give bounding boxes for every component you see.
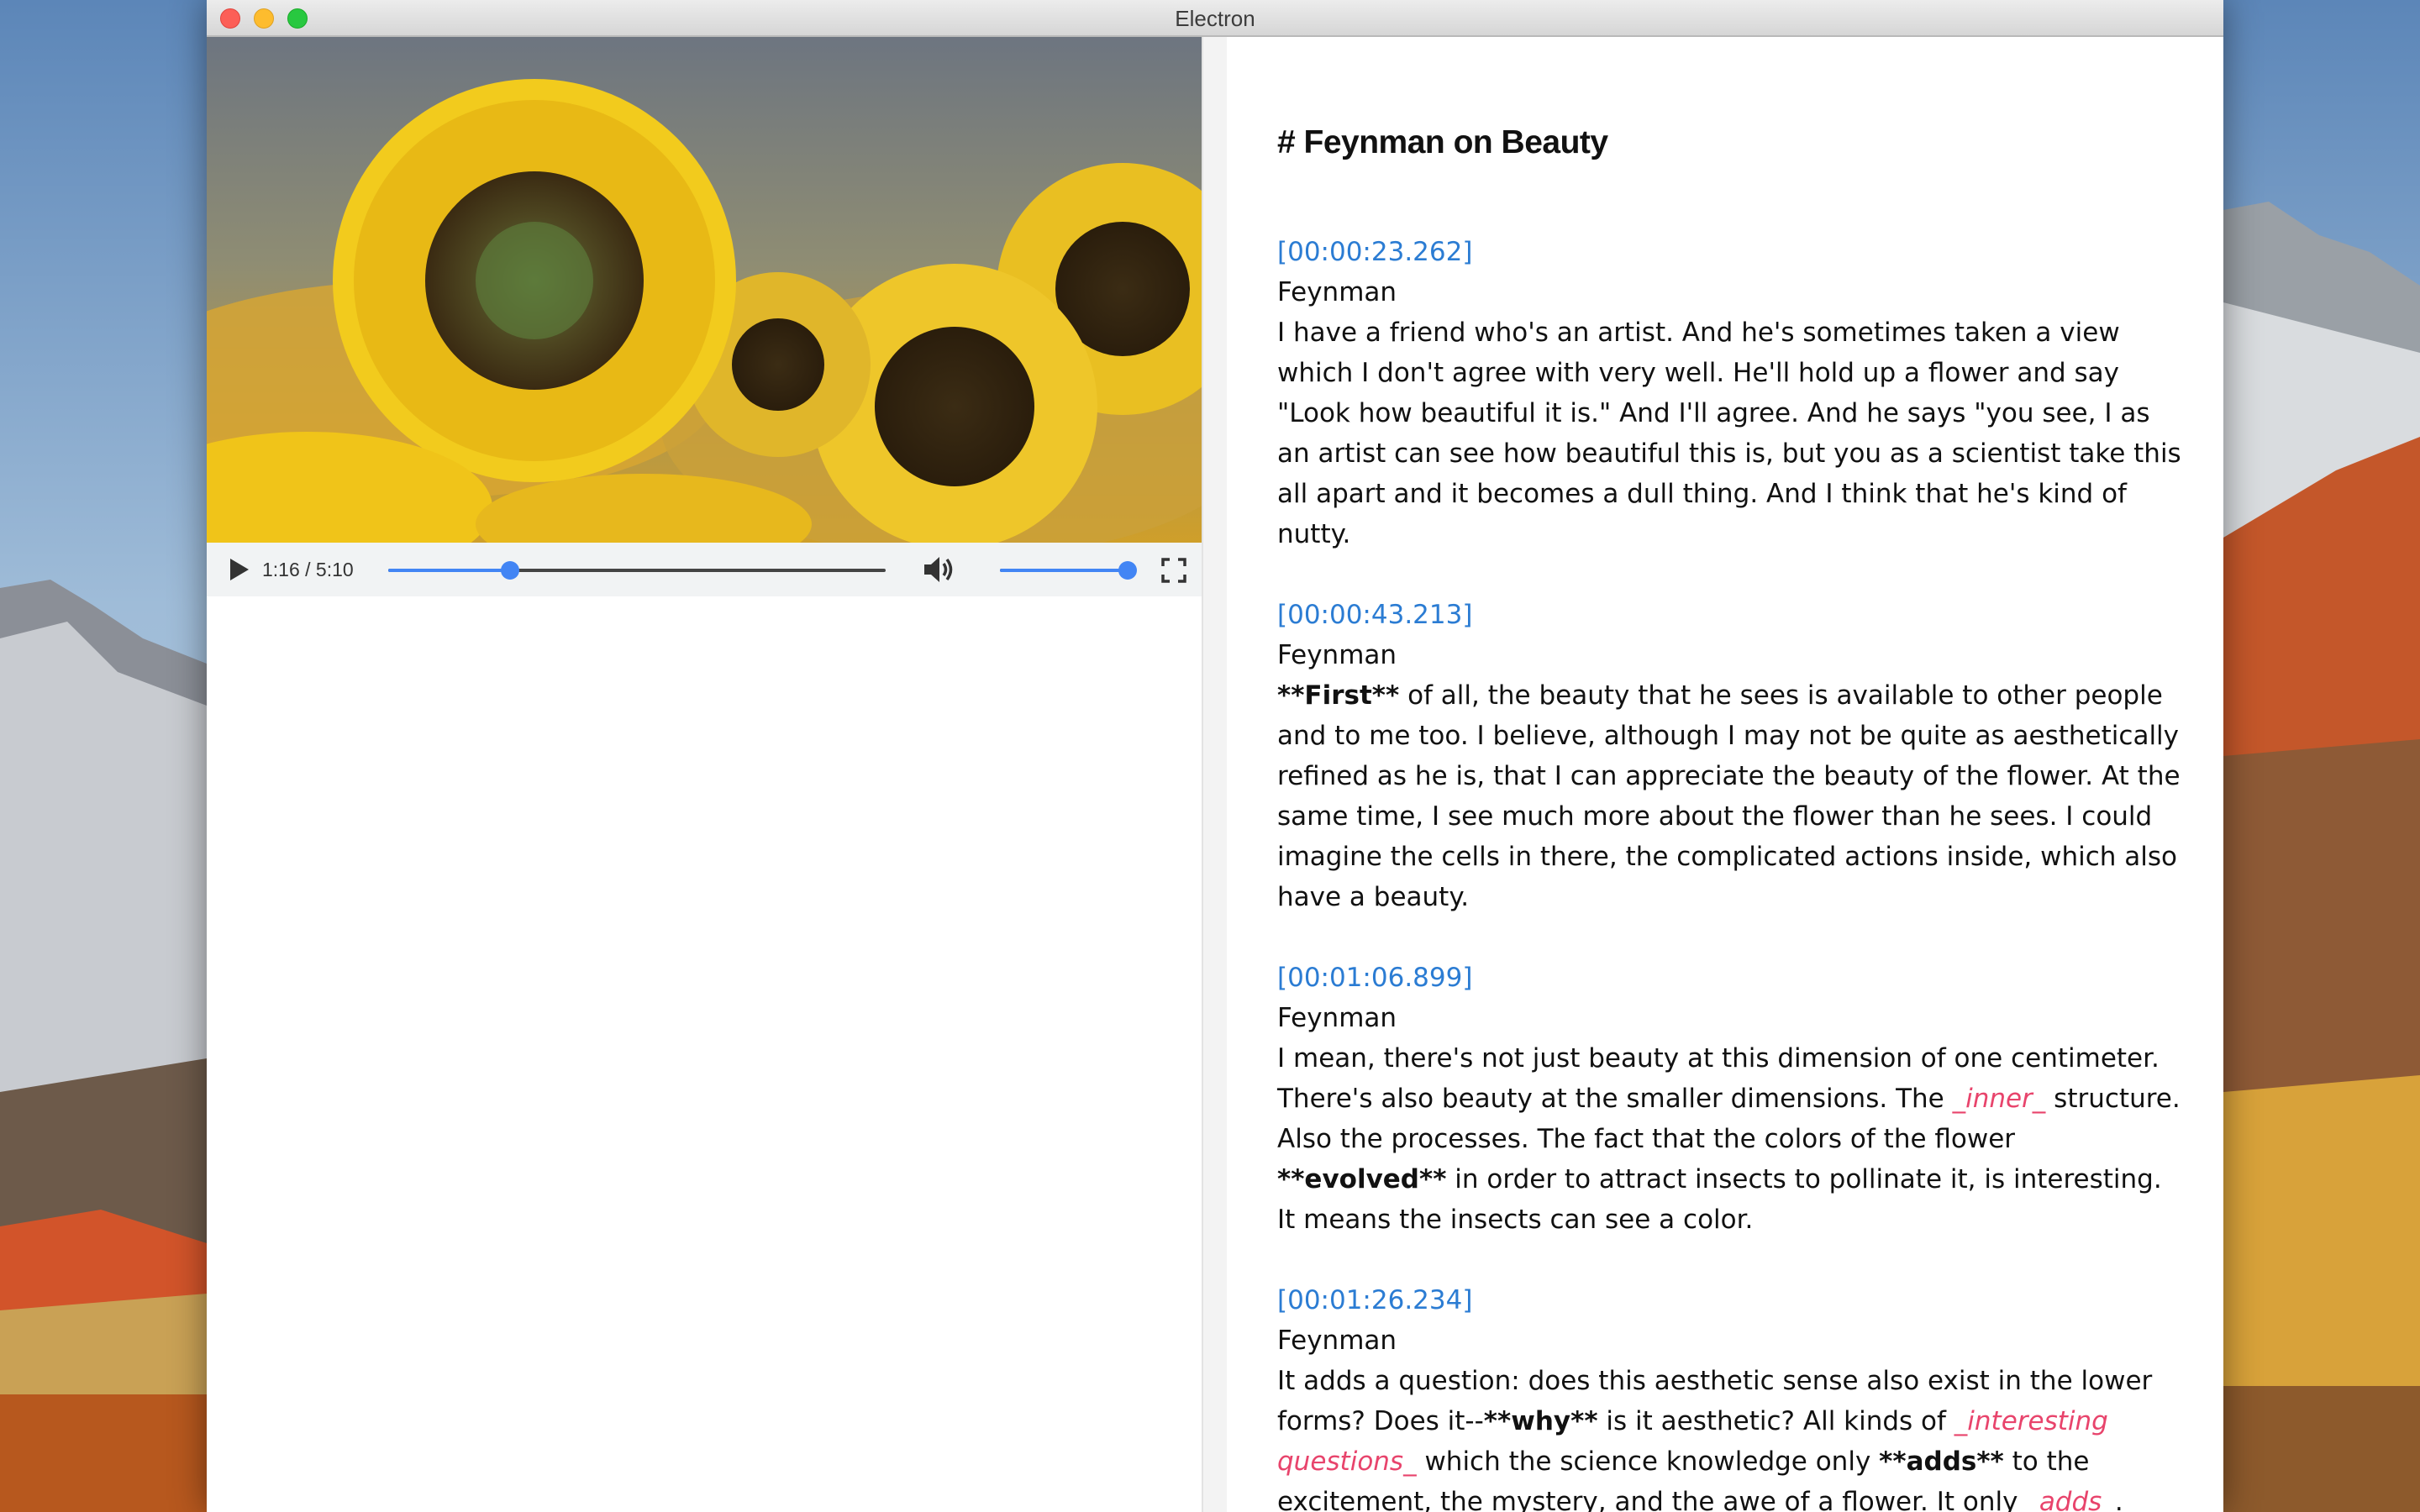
app-window: Electron 1:16 / 5:10 # Feynman on Beauty… bbox=[207, 0, 2223, 1512]
emphasis-text: _adds_ bbox=[2026, 1487, 2115, 1512]
video-frame[interactable] bbox=[207, 37, 1202, 543]
transcript-segments: [00:00:23.262] Feynman I have a friend who… bbox=[1277, 232, 2185, 1512]
text-run: which the science knowledge only bbox=[1416, 1446, 1880, 1477]
segment-speaker: Feynman bbox=[1277, 640, 1397, 670]
transcript-pane: # Feynman on Beauty [00:00:23.262] Feynma… bbox=[1227, 37, 2223, 1512]
segment-text[interactable]: **First** of all, the beauty that he see… bbox=[1277, 675, 2185, 917]
text-run: of all, the beauty that he sees is avail… bbox=[1277, 680, 2181, 912]
emphasis-text: _inner_ bbox=[1952, 1084, 2046, 1114]
volume-thumb[interactable] bbox=[1118, 561, 1137, 580]
title-bar[interactable]: Electron bbox=[207, 0, 2223, 37]
seek-slider[interactable] bbox=[388, 561, 886, 580]
segment-timestamp-link[interactable]: [00:00:23.262] bbox=[1277, 232, 1472, 272]
segment-speaker: Feynman bbox=[1277, 1003, 1397, 1033]
fullscreen-icon[interactable] bbox=[1161, 558, 1186, 583]
segment-speaker: Feynman bbox=[1277, 1326, 1397, 1356]
text-run: . bbox=[2114, 1487, 2123, 1512]
volume-level bbox=[1000, 569, 1128, 572]
transcript-segment: [00:01:06.899] Feynman I mean, there's not… bbox=[1277, 958, 2185, 1240]
transcript-title: # Feynman on Beauty bbox=[1277, 124, 1608, 160]
segment-speaker: Feynman bbox=[1277, 277, 1397, 307]
volume-slider[interactable] bbox=[1000, 561, 1137, 580]
video-pane: 1:16 / 5:10 bbox=[207, 37, 1202, 1512]
time-display: 1:16 / 5:10 bbox=[262, 559, 354, 580]
bold-text: **adds** bbox=[1879, 1446, 2004, 1477]
segment-timestamp-link[interactable]: [00:00:43.213] bbox=[1277, 595, 1472, 635]
text-run: I have a friend who's an artist. And he'… bbox=[1277, 318, 2181, 549]
segment-timestamp-link[interactable]: [00:01:26.234] bbox=[1277, 1280, 1472, 1320]
text-run: is it aesthetic? All kinds of bbox=[1597, 1406, 1954, 1436]
volume-icon[interactable] bbox=[923, 554, 956, 585]
video-controls: 1:16 / 5:10 bbox=[207, 543, 1202, 596]
sunflower-video-image bbox=[207, 37, 1202, 543]
segment-text[interactable]: I mean, there's not just beauty at this … bbox=[1277, 1038, 2185, 1240]
transcript-segment: [00:00:43.213] Feynman **First** of all, t… bbox=[1277, 595, 2185, 917]
bold-text: **evolved** bbox=[1277, 1164, 1447, 1194]
play-icon[interactable] bbox=[225, 556, 252, 583]
segment-timestamp-link[interactable]: [00:01:06.899] bbox=[1277, 958, 1472, 998]
pane-divider[interactable] bbox=[1202, 37, 1227, 1512]
seek-progress bbox=[388, 569, 511, 572]
seek-thumb[interactable] bbox=[501, 561, 520, 580]
transcript-segment: [00:00:23.262] Feynman I have a friend who… bbox=[1277, 232, 2185, 554]
segment-text[interactable]: I have a friend who's an artist. And he'… bbox=[1277, 312, 2185, 554]
bold-text: **why** bbox=[1483, 1406, 1598, 1436]
window-title: Electron bbox=[1175, 6, 1255, 31]
bold-text: **First** bbox=[1277, 680, 1400, 711]
transcript-segment: [00:01:26.234] Feynman It adds a question:… bbox=[1277, 1280, 2185, 1512]
segment-text[interactable]: It adds a question: does this aesthetic … bbox=[1277, 1361, 2185, 1512]
